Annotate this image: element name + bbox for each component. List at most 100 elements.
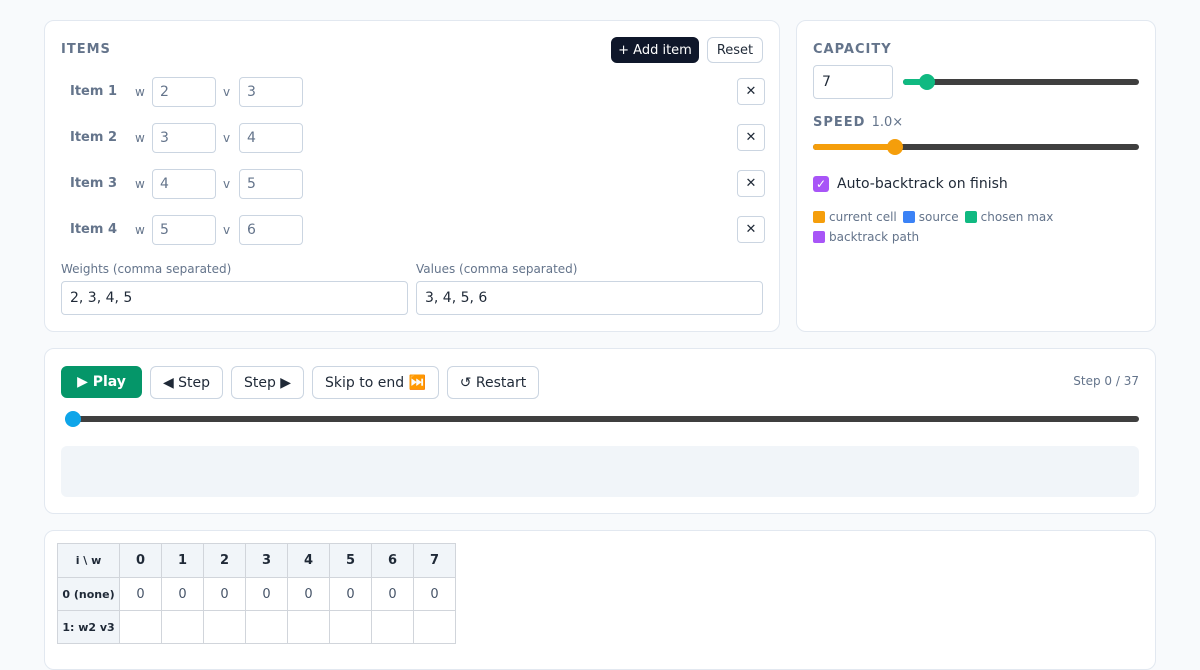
weights-label: Weights (comma separated) — [61, 262, 232, 276]
items-title: ITEMS — [61, 42, 111, 57]
legend-label: backtrack path — [829, 230, 920, 244]
dp-column-header: 7 — [413, 543, 456, 578]
items-panel: ITEMS + Add item Reset Item 1 w 2 v 3 ✕ Item 2… — [44, 20, 780, 332]
dp-cell: 0 — [119, 577, 162, 611]
dp-cell — [287, 610, 330, 644]
delete-item-button[interactable]: ✕ — [737, 78, 765, 105]
item-row: Item 1 w 2 v 3 ✕ — [61, 77, 765, 107]
weight-label: w — [135, 85, 145, 99]
dp-corner-header: i \ w — [57, 543, 120, 578]
delete-item-button[interactable]: ✕ — [737, 170, 765, 197]
item-label: Item 4 — [70, 222, 117, 237]
item-row: Item 2 w 3 v 4 ✕ — [61, 123, 765, 153]
dp-cell — [329, 610, 372, 644]
progress-slider-thumb[interactable] — [65, 411, 81, 427]
dp-cell — [203, 610, 246, 644]
dp-cell — [371, 610, 414, 644]
legend-swatch — [964, 211, 977, 223]
item-value-input[interactable]: 6 — [239, 215, 303, 245]
progress-slider[interactable] — [65, 411, 1139, 427]
dp-table-panel: i \ w 01234567 0 (none) 0 0 0 0 0 0 0 0 1: w2 v3 — [44, 530, 1156, 670]
item-label: Item 3 — [70, 176, 117, 191]
dp-cell — [413, 610, 456, 644]
legend-swatch — [813, 231, 825, 243]
item-value-input[interactable]: 3 — [239, 77, 303, 107]
speed-header: SPEED 1.0× — [813, 115, 903, 130]
dp-cell: 0 — [413, 577, 456, 611]
item-weight-input[interactable]: 3 — [152, 123, 216, 153]
skip-to-end-button[interactable]: Skip to end ⏭️ — [312, 366, 439, 399]
capacity-slider[interactable] — [903, 74, 1139, 90]
weight-label: w — [135, 223, 145, 237]
legend-swatch — [902, 211, 915, 223]
dp-cell: 0 — [329, 577, 372, 611]
item-value-input[interactable]: 5 — [239, 169, 303, 199]
add-item-button[interactable]: + Add item — [611, 37, 699, 63]
item-row: Item 4 w 5 v 6 ✕ — [61, 215, 765, 245]
dp-row-header: 1: w2 v3 — [57, 610, 120, 644]
speed-slider-thumb[interactable] — [887, 139, 903, 155]
legend-label: source — [918, 210, 959, 224]
auto-backtrack-checkbox[interactable]: ✓ — [813, 176, 829, 192]
capacity-panel: CAPACITY 7 SPEED 1.0× ✓ Auto-backtrack o… — [796, 20, 1156, 332]
item-weight-input[interactable]: 5 — [152, 215, 216, 245]
value-label: v — [223, 131, 231, 145]
dp-column-header: 3 — [245, 543, 288, 578]
dp-column-header: 4 — [287, 543, 330, 578]
legend-item: source — [902, 207, 959, 227]
value-label: v — [223, 177, 231, 191]
value-label: v — [223, 85, 231, 99]
dp-cell: 0 — [371, 577, 414, 611]
dp-row-header: 0 (none) — [57, 577, 120, 611]
delete-item-button[interactable]: ✕ — [737, 124, 765, 151]
legend-item: current cell — [813, 207, 897, 227]
item-weight-input[interactable]: 2 — [152, 77, 216, 107]
dp-cell: 0 — [161, 577, 204, 611]
step-back-button[interactable]: ◀ Step — [150, 366, 223, 399]
dp-cell: 0 — [287, 577, 330, 611]
item-row: Item 3 w 4 v 5 ✕ — [61, 169, 765, 199]
capacity-title: CAPACITY — [813, 42, 892, 57]
speed-slider-fill — [813, 144, 895, 150]
reset-items-button[interactable]: Reset — [707, 37, 763, 63]
step-forward-button[interactable]: Step ▶ — [231, 366, 304, 399]
item-value-input[interactable]: 4 — [239, 123, 303, 153]
dp-column-header: 5 — [329, 543, 372, 578]
play-button[interactable]: ▶ Play — [61, 366, 142, 398]
weight-label: w — [135, 131, 145, 145]
dp-column-header: 0 — [119, 543, 162, 578]
playback-panel: ▶ Play ◀ Step Step ▶ Skip to end ⏭️ ↺ Re… — [44, 348, 1156, 514]
speed-title: SPEED — [813, 115, 866, 130]
dp-cell — [119, 610, 162, 644]
step-description-box — [61, 446, 1139, 497]
delete-item-button[interactable]: ✕ — [737, 216, 765, 243]
legend-label: current cell — [829, 210, 897, 224]
legend-label: chosen max — [980, 210, 1054, 224]
item-weight-input[interactable]: 4 — [152, 169, 216, 199]
weight-label: w — [135, 177, 145, 191]
dp-cell — [245, 610, 288, 644]
weights-input[interactable]: 2, 3, 4, 5 — [61, 281, 408, 315]
legend-swatch — [813, 211, 825, 223]
dp-cell: 0 — [245, 577, 288, 611]
speed-value: 1.0× — [871, 115, 904, 130]
item-label: Item 2 — [70, 130, 117, 145]
restart-button[interactable]: ↺ Restart — [447, 366, 539, 399]
dp-table: i \ w 01234567 0 (none) 0 0 0 0 0 0 0 0 1: w2 v3 — [57, 543, 456, 644]
speed-slider[interactable] — [813, 139, 1139, 155]
legend-item: backtrack path — [813, 227, 919, 247]
step-counter: Step 0 / 37 — [1073, 374, 1139, 388]
legend-item: chosen max — [964, 207, 1054, 227]
values-input[interactable]: 3, 4, 5, 6 — [416, 281, 763, 315]
dp-column-header: 2 — [203, 543, 246, 578]
dp-row: 1: w2 v3 — [57, 610, 456, 644]
capacity-slider-thumb[interactable] — [919, 74, 935, 90]
auto-backtrack-label: Auto-backtrack on finish — [837, 176, 1008, 192]
value-label: v — [223, 223, 231, 237]
dp-cell — [161, 610, 204, 644]
legend: current cell source chosen max backtrack pa… — [813, 207, 1143, 247]
item-label: Item 1 — [70, 84, 117, 99]
values-label: Values (comma separated) — [416, 262, 578, 276]
dp-cell: 0 — [203, 577, 246, 611]
capacity-input[interactable]: 7 — [813, 65, 893, 99]
